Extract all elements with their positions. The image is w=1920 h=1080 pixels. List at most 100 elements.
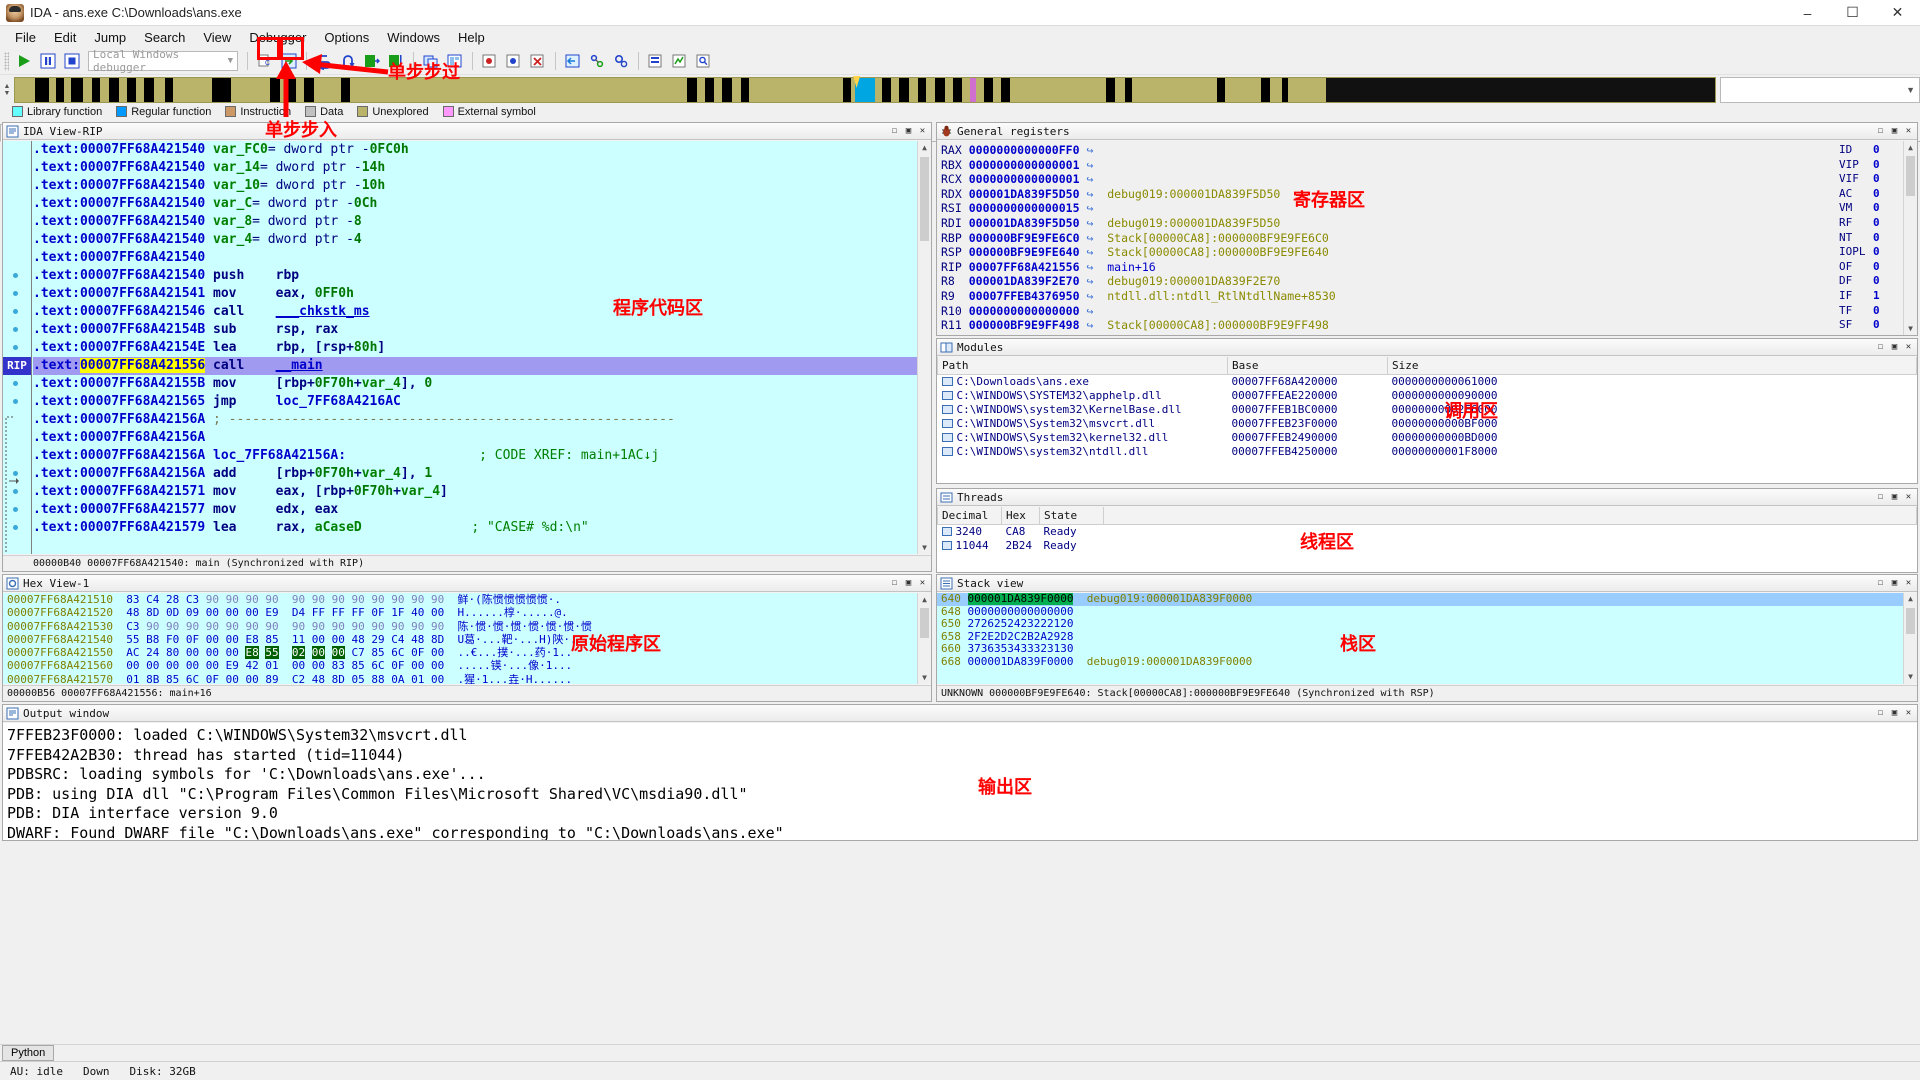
- hex-byte[interactable]: E9: [265, 606, 278, 619]
- watch-icon[interactable]: [610, 51, 632, 72]
- hex-byte[interactable]: 48: [126, 606, 139, 619]
- hex-byte[interactable]: 6C: [371, 659, 384, 672]
- hex-row[interactable]: 00007FF68A421560 00 00 00 00 00 E9 42 01…: [3, 659, 931, 672]
- hex-byte[interactable]: 90: [351, 593, 364, 606]
- flag-value[interactable]: 0: [1873, 143, 1880, 158]
- hex-byte[interactable]: 90: [265, 620, 278, 633]
- hex-byte[interactable]: 00: [206, 633, 219, 646]
- hex-byte[interactable]: 00: [245, 673, 258, 684]
- flag-value[interactable]: 0: [1873, 216, 1880, 231]
- registers-body[interactable]: RAX 0000000000000FF0 ↪RBX 00000000000000…: [937, 141, 1917, 335]
- maximize-icon[interactable]: ▣: [1889, 578, 1900, 589]
- table-row[interactable]: C:\WINDOWS\system32\ntdll.dll00007FFEB42…: [938, 444, 1917, 458]
- scroll-up-icon[interactable]: ▲: [918, 593, 931, 606]
- hex-byte[interactable]: 48: [312, 673, 325, 684]
- registers-vscrollbar[interactable]: ▲ ▼: [1903, 141, 1917, 335]
- breakpoint-dot-icon[interactable]: [13, 525, 18, 530]
- breakpoint-dot-icon[interactable]: [13, 471, 18, 476]
- maximize-icon[interactable]: ▣: [1889, 492, 1900, 503]
- disassembly-line[interactable]: .text:00007FF68A421540 var_14= dword ptr…: [33, 159, 917, 177]
- register-value[interactable]: 0000000000000FF0: [969, 143, 1080, 157]
- restore-icon[interactable]: ☐: [1875, 578, 1886, 589]
- restore-icon[interactable]: ☐: [889, 578, 900, 589]
- hex-byte[interactable]: 00: [126, 659, 139, 672]
- table-row[interactable]: C:\WINDOWS\system32\KernelBase.dll00007F…: [938, 402, 1917, 416]
- hex-byte[interactable]: 0A: [391, 673, 404, 684]
- stack-view-icon[interactable]: [645, 51, 667, 72]
- hex-byte[interactable]: 8D: [146, 606, 159, 619]
- hex-byte[interactable]: 00: [226, 606, 239, 619]
- register-row[interactable]: RBP 000000BF9E9FE6C0 ↪ Stack[00000CA8]:0…: [941, 231, 1336, 246]
- hex-byte[interactable]: 90: [206, 620, 219, 633]
- hex-byte[interactable]: 00: [206, 646, 219, 659]
- hex-byte[interactable]: 00: [431, 659, 444, 672]
- disassembly-line[interactable]: .text:00007FF68A42154E lea rbp, [rsp+80h…: [33, 339, 917, 357]
- flag-row[interactable]: IOPL0: [1839, 245, 1901, 260]
- scroll-up-icon[interactable]: ▲: [1904, 141, 1917, 154]
- hex-byte[interactable]: 90: [292, 593, 305, 606]
- scroll-thumb[interactable]: [1906, 156, 1915, 196]
- stack-value[interactable]: 2726252423222120: [968, 617, 1074, 630]
- flag-row[interactable]: TF0: [1839, 304, 1901, 319]
- hex-row[interactable]: 00007FF68A421510 83 C4 28 C3 90 90 90 90…: [3, 593, 931, 606]
- restore-icon[interactable]: ☐: [1875, 492, 1886, 503]
- hex-byte[interactable]: C4: [146, 593, 159, 606]
- breakpoint-dot-icon[interactable]: [13, 309, 18, 314]
- modules-body[interactable]: Path Base Size C:\Downloads\ans.exe00007…: [937, 357, 1917, 483]
- hex-byte[interactable]: B8: [146, 633, 159, 646]
- hex-byte[interactable]: 00: [206, 606, 219, 619]
- hex-byte[interactable]: 8D: [431, 633, 444, 646]
- flag-value[interactable]: 0: [1873, 158, 1880, 173]
- flag-row[interactable]: NT0: [1839, 231, 1901, 246]
- stack-vscrollbar[interactable]: ▲ ▼: [1903, 593, 1917, 684]
- hex-byte[interactable]: 0F: [371, 606, 384, 619]
- hex-byte[interactable]: 00: [245, 606, 258, 619]
- table-row[interactable]: C:\WINDOWS\System32\msvcrt.dll00007FFEB2…: [938, 416, 1917, 430]
- restore-icon[interactable]: ☐: [1875, 342, 1886, 353]
- step-over-icon[interactable]: [337, 51, 359, 72]
- flag-value[interactable]: 0: [1873, 187, 1880, 202]
- hex-byte[interactable]: 00: [332, 646, 345, 659]
- hex-byte[interactable]: 0F: [186, 633, 199, 646]
- disassembly-line[interactable]: .text:00007FF68A42156A loc_7FF68A42156A:…: [33, 447, 917, 465]
- close-icon[interactable]: ✕: [1903, 126, 1914, 137]
- hex-view-body[interactable]: 00007FF68A421510 83 C4 28 C3 90 90 90 90…: [3, 593, 931, 684]
- breakpoint-delete-icon[interactable]: [527, 51, 549, 72]
- flag-row[interactable]: DF0: [1839, 274, 1901, 289]
- flags-list[interactable]: ID0VIP0VIF0AC0VM0RF0NT0IOPL0OF0DF0IF1TF0…: [1839, 143, 1901, 335]
- breakpoint-dot-icon[interactable]: [13, 399, 18, 404]
- breakpoint-dot-icon[interactable]: [13, 381, 18, 386]
- scroll-down-icon[interactable]: ▼: [1904, 671, 1917, 684]
- hex-byte[interactable]: 85: [166, 673, 179, 684]
- flag-row[interactable]: ZF0: [1839, 333, 1901, 335]
- hex-byte[interactable]: 0F: [411, 646, 424, 659]
- hex-byte[interactable]: 90: [391, 620, 404, 633]
- hex-byte[interactable]: FF: [312, 606, 325, 619]
- flag-row[interactable]: SF0: [1839, 318, 1901, 333]
- toolbar-grip[interactable]: [4, 52, 9, 71]
- hex-byte[interactable]: 00: [312, 633, 325, 646]
- follow-arrow-icon[interactable]: ↪: [1086, 158, 1093, 172]
- stack-value[interactable]: 0000000000000000: [968, 605, 1074, 618]
- table-row[interactable]: C:\Downloads\ans.exe00007FF68A4200000000…: [938, 374, 1917, 388]
- flag-row[interactable]: RF0: [1839, 216, 1901, 231]
- stack-value[interactable]: 3736353433323130: [968, 642, 1074, 655]
- disassembly-line[interactable]: .text:00007FF68A42154B sub rsp, rax: [33, 321, 917, 339]
- register-value[interactable]: 0000000000000000: [969, 304, 1080, 318]
- register-value[interactable]: 00007FF68A421556: [969, 260, 1080, 274]
- navband-scroll-arrows[interactable]: ▲▼: [0, 77, 14, 103]
- debugger-select[interactable]: Local Windows debugger ▼: [88, 51, 238, 71]
- navband-strip[interactable]: [14, 77, 1716, 103]
- hex-byte[interactable]: 00: [431, 606, 444, 619]
- hex-byte[interactable]: 42: [245, 659, 258, 672]
- navband-range-select[interactable]: ▼: [1720, 77, 1920, 103]
- hex-byte[interactable]: C4: [391, 633, 404, 646]
- register-row[interactable]: R11 000000BF9E9FF498 ↪ Stack[00000CA8]:0…: [941, 318, 1336, 333]
- disassembly-line[interactable]: .text:00007FF68A42156A add [rbp+0F70h+va…: [33, 465, 917, 483]
- modules-table-body[interactable]: C:\Downloads\ans.exe00007FF68A4200000000…: [938, 374, 1917, 458]
- flag-value[interactable]: 0: [1873, 260, 1880, 275]
- hex-byte[interactable]: C3: [126, 620, 139, 633]
- hex-byte[interactable]: 90: [312, 593, 325, 606]
- menu-item-jump[interactable]: Jump: [85, 28, 135, 47]
- output-window-body[interactable]: 7FFEB23F0000: loaded C:\WINDOWS\System32…: [3, 723, 1917, 840]
